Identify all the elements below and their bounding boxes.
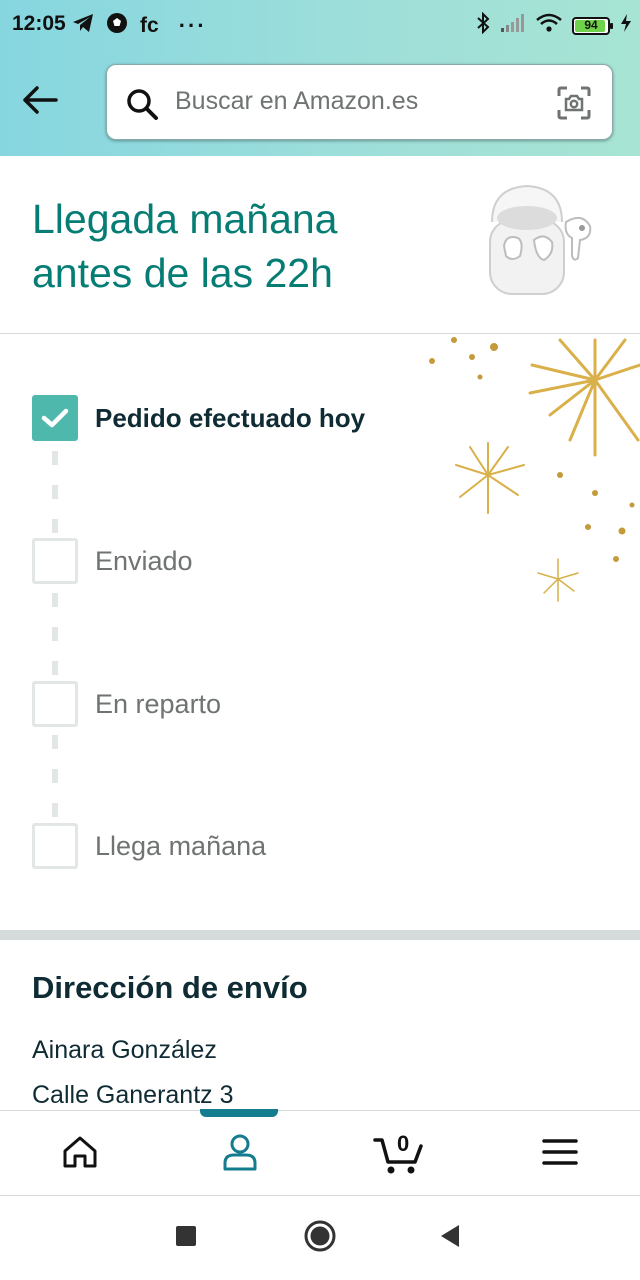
nav-cart[interactable]: 0: [320, 1111, 480, 1197]
step-label: Enviado: [95, 545, 193, 576]
nav-home[interactable]: [0, 1111, 160, 1197]
status-fc-text: fc: [140, 13, 159, 37]
shipping-address-section: Dirección de envío Ainara González Calle…: [0, 940, 640, 1110]
nav-account[interactable]: [160, 1111, 320, 1197]
status-time: 12:05: [12, 12, 66, 35]
cart-count: 0: [397, 1131, 410, 1156]
back-button[interactable]: [18, 80, 62, 124]
battery-level: 94: [584, 17, 598, 32]
progress-dash: [52, 593, 58, 607]
progress-dash: [52, 627, 58, 641]
address-name: Ainara González: [32, 1036, 217, 1064]
arrival-title-line1: Llegada mañana: [32, 196, 338, 242]
circle-icon: [303, 1219, 337, 1258]
progress-dash: [52, 451, 58, 465]
search-icon: [125, 87, 159, 126]
hamburger-menu-icon: [542, 1138, 578, 1171]
recents-button[interactable]: [166, 1218, 206, 1258]
progress-dash: [52, 485, 58, 499]
home-icon: [62, 1135, 98, 1174]
search-bar[interactable]: Buscar en Amazon.es: [106, 64, 613, 140]
system-navigation-bar: [0, 1196, 640, 1280]
triangle-back-icon: [439, 1224, 461, 1253]
status-bar: 12:05 fc ··· 94: [0, 0, 640, 48]
step-arrives-tomorrow: Llega mañana: [32, 823, 266, 869]
step-out-for-delivery: En reparto: [32, 681, 221, 727]
arrival-title-line2: antes de las 22h: [32, 250, 333, 296]
arrow-left-icon: [20, 84, 60, 121]
progress-dash: [52, 769, 58, 783]
product-image-earbuds[interactable]: [482, 182, 602, 305]
arrival-title: Llegada mañana antes de las 22h: [32, 192, 452, 300]
checkmark-icon: [41, 408, 69, 428]
home-button[interactable]: [300, 1218, 340, 1258]
progress-dash: [52, 661, 58, 675]
step-label: Llega mañana: [95, 830, 267, 861]
step-label: Pedido efectuado hoy: [95, 402, 366, 433]
bottom-navigation: 0: [0, 1109, 640, 1197]
user-icon: [222, 1133, 258, 1176]
address-street: Calle Ganerantz 3: [32, 1081, 234, 1109]
step-label: En reparto: [95, 688, 222, 719]
charging-icon: [620, 13, 632, 38]
progress-dash: [52, 735, 58, 749]
step-shipped: Enviado: [32, 538, 193, 584]
battery-icon: 94: [572, 16, 613, 35]
progress-dash: [52, 519, 58, 533]
step-checkbox-checked: [32, 395, 78, 441]
section-divider: [0, 930, 640, 940]
signal-icon: [500, 13, 526, 38]
fireworks-decoration: [420, 335, 640, 620]
status-more-dots: ···: [178, 12, 207, 38]
step-checkbox-unchecked: [32, 681, 78, 727]
nav-menu[interactable]: [480, 1111, 640, 1197]
telegram-icon: [72, 13, 94, 38]
progress-dash: [52, 803, 58, 817]
search-input[interactable]: Buscar en Amazon.es: [175, 87, 418, 116]
soccer-ball-icon: [106, 12, 128, 39]
camera-scan-icon[interactable]: [556, 85, 592, 126]
square-icon: [175, 1225, 197, 1252]
step-checkbox-unchecked: [32, 823, 78, 869]
back-system-button[interactable]: [430, 1218, 470, 1258]
arrival-section: Llegada mañana antes de las 22h: [0, 156, 640, 334]
wifi-icon: [536, 13, 562, 38]
bluetooth-icon: [476, 11, 490, 39]
order-progress: Pedido efectuado hoy Enviado En reparto …: [0, 335, 640, 930]
shipping-address-heading: Dirección de envío: [32, 970, 308, 1005]
step-order-placed: Pedido efectuado hoy: [32, 395, 365, 441]
step-checkbox-unchecked: [32, 538, 78, 584]
